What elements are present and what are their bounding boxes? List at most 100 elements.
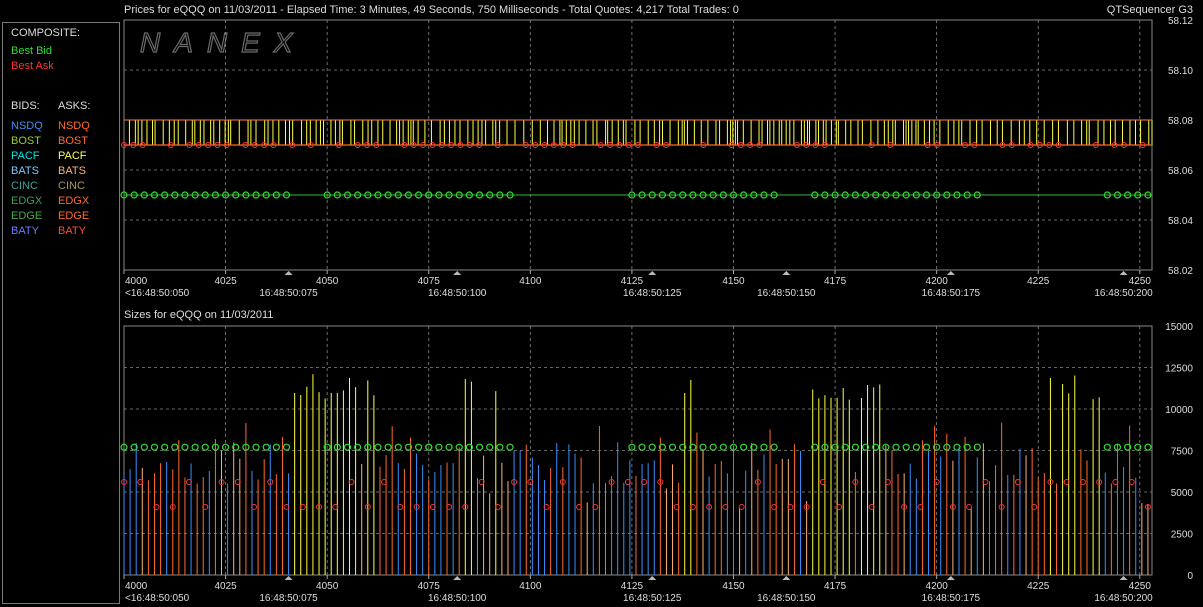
x-tick-label: 4250 xyxy=(1129,581,1152,592)
price-y-tick-label: 58.08 xyxy=(1168,116,1193,127)
time-label: 16:48:50:125 xyxy=(623,288,682,299)
size-y-tick-label: 5000 xyxy=(1171,488,1194,499)
time-label: 16:48:50:075 xyxy=(259,288,318,299)
bid-size-marker xyxy=(191,443,199,451)
x-tick-label: 4100 xyxy=(519,581,542,592)
time-marker xyxy=(453,271,462,275)
time-marker xyxy=(1119,271,1128,275)
time-label: 16:48:50:175 xyxy=(922,593,981,604)
bid-size-marker xyxy=(760,443,768,451)
time-label: 16:48:50:075 xyxy=(259,593,318,604)
bid-size-marker xyxy=(953,443,961,451)
size-chart: 15000 12500 10000 7500 5000 2500 0 4000 4025 4050… xyxy=(120,322,1194,604)
size-y-tick-label: 12500 xyxy=(1165,364,1193,375)
x-tick-label: 4075 xyxy=(418,581,441,592)
x-tick-label: 4050 xyxy=(316,276,339,287)
x-tick-label: 4225 xyxy=(1027,581,1050,592)
bid-size-marker xyxy=(171,443,179,451)
bid-size-marker xyxy=(374,443,382,451)
bid-size-marker xyxy=(740,443,748,451)
bid-size-marker xyxy=(140,443,148,451)
time-label: 16:48:50:200 xyxy=(1094,288,1153,299)
bid-size-marker xyxy=(384,443,392,451)
time-marker xyxy=(782,576,791,580)
bid-size-marker xyxy=(851,443,859,451)
time-label: 16:48:50:200 xyxy=(1094,593,1153,604)
price-y-tick-label: 58.06 xyxy=(1168,166,1193,177)
ask-yellow-line xyxy=(124,119,1153,146)
bid-size-marker xyxy=(282,443,291,451)
bid-size-marker xyxy=(1144,443,1152,451)
bid-size-marker xyxy=(435,443,443,451)
bid-size-marker xyxy=(161,443,169,451)
x-tick-label: 4250 xyxy=(1129,276,1152,287)
time-label: 16:48:50:175 xyxy=(922,288,981,299)
time-marker xyxy=(946,271,955,275)
bid-size-marker xyxy=(486,443,494,451)
bid-size-marker xyxy=(892,443,900,451)
size-plot-frame xyxy=(123,325,1153,576)
time-marker xyxy=(1119,576,1128,580)
bid-size-marker xyxy=(272,443,280,451)
time-label: 16:48:50:150 xyxy=(757,288,816,299)
time-marker xyxy=(782,271,791,275)
bid-size-marker xyxy=(262,443,270,451)
bid-size-marker xyxy=(252,443,260,451)
x-tick-label: 4225 xyxy=(1027,276,1050,287)
price-y-tick-label: 58.12 xyxy=(1168,16,1193,27)
size-y-tick-label: 0 xyxy=(1187,571,1193,582)
x-tick-label: 4175 xyxy=(824,581,847,592)
time-marker xyxy=(946,576,955,580)
size-y-tick-label: 7500 xyxy=(1171,447,1194,458)
bid-size-marker xyxy=(414,443,423,451)
time-label: 16:48:50:100 xyxy=(428,593,487,604)
time-label: 16:48:50:150 xyxy=(757,593,816,604)
bid-size-marker xyxy=(770,443,778,451)
time-marker xyxy=(284,576,293,580)
time-label: <16:48:50:050 xyxy=(125,288,190,299)
x-tick-label: 4125 xyxy=(621,276,644,287)
bid-size-marker xyxy=(496,443,504,451)
time-label: <16:48:50:050 xyxy=(125,593,190,604)
x-tick-label: 4175 xyxy=(824,276,847,287)
x-tick-label: 4125 xyxy=(621,581,644,592)
time-marker xyxy=(648,576,657,580)
bid-size-marker xyxy=(201,443,209,451)
bid-size-marker xyxy=(709,443,717,451)
price-y-tick-label: 58.02 xyxy=(1168,266,1193,277)
bid-size-marker xyxy=(668,443,677,451)
bid-size-marker xyxy=(445,443,453,451)
size-y-tick-label: 2500 xyxy=(1171,530,1194,541)
price-y-tick-label: 58.10 xyxy=(1168,66,1193,77)
x-tick-label: 4200 xyxy=(926,276,949,287)
bid-size-marker xyxy=(973,443,981,451)
time-marker xyxy=(284,271,293,275)
x-tick-label: 4150 xyxy=(722,276,745,287)
bid-size-marker xyxy=(719,443,727,451)
bid-size-marker xyxy=(394,443,402,451)
nanex-logo: NANEX xyxy=(140,27,306,58)
bid-size-marker xyxy=(648,443,656,451)
x-tick-label: 4150 xyxy=(722,581,745,592)
size-y-tick-label: 10000 xyxy=(1165,405,1193,416)
size-y-tick-label: 15000 xyxy=(1165,322,1193,333)
x-tick-label: 4100 xyxy=(519,276,542,287)
bid-size-marker xyxy=(181,443,189,451)
ask-size-marker xyxy=(966,503,973,510)
time-marker xyxy=(453,576,462,580)
time-marker xyxy=(648,271,657,275)
charts-canvas: NANEX 58.12 58.10 58.08 58.06 58.04 58.02 4000 4… xyxy=(120,16,1194,604)
x-tick-label: 4075 xyxy=(418,276,441,287)
bid-size-marker xyxy=(150,443,159,451)
ask-size-marker xyxy=(738,503,745,510)
x-tick-label: 4050 xyxy=(316,581,339,592)
x-tick-label: 4000 xyxy=(125,276,148,287)
x-tick-label: 4000 xyxy=(125,581,148,592)
bid-size-marker xyxy=(912,443,920,451)
bid-size-marker xyxy=(638,443,646,451)
bid-size-marker xyxy=(922,443,931,451)
time-label: 16:48:50:125 xyxy=(623,593,682,604)
bid-size-marker xyxy=(902,443,910,451)
bid-size-marker xyxy=(1103,443,1111,451)
x-tick-label: 4025 xyxy=(214,276,237,287)
